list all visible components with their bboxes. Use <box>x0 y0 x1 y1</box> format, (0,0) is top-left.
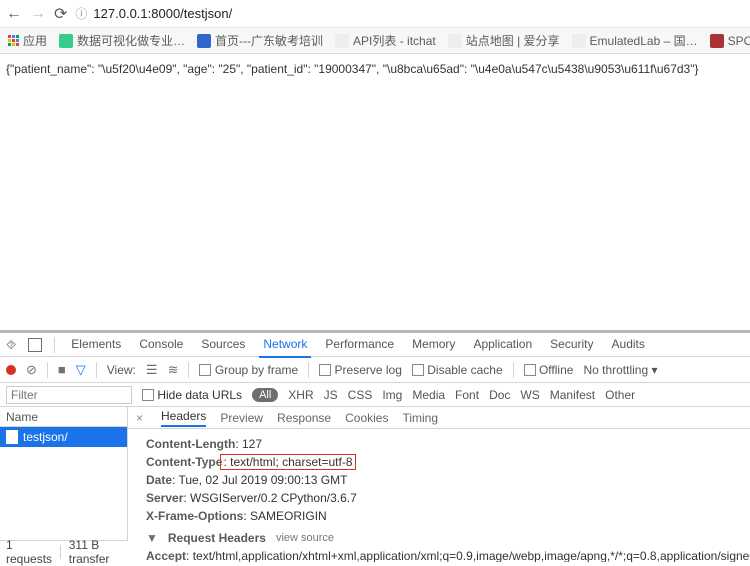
apps-label: 应用 <box>23 32 47 49</box>
type-filter-all[interactable]: All <box>252 388 278 402</box>
type-filter[interactable]: XHR <box>288 388 313 402</box>
column-header-name[interactable]: Name <box>0 407 127 427</box>
favicon-icon <box>335 34 349 48</box>
tab-elements[interactable]: Elements <box>67 332 125 358</box>
network-status-bar: 1 requests 311 B transfer <box>0 540 128 562</box>
bookmark-item[interactable]: EmulatedLab – 国… <box>572 32 698 49</box>
favicon-icon <box>448 34 462 48</box>
subtab-headers[interactable]: Headers <box>161 409 206 427</box>
url-text: 127.0.0.1:8000/testjson/ <box>93 6 232 21</box>
filter-input[interactable] <box>6 386 132 404</box>
large-rows-icon[interactable]: ☰ <box>146 362 158 378</box>
throttling-select[interactable]: No throttling ▾ <box>583 363 657 377</box>
type-filter[interactable]: Font <box>455 388 479 402</box>
header-row: Content-Type: text/html; charset=utf-8 <box>146 453 740 471</box>
bookmark-item[interactable]: 站点地图 | 爱分享 <box>448 32 560 49</box>
devtools-tabs: Elements Console Sources Network Perform… <box>67 332 649 358</box>
site-info-icon[interactable]: ⓘ <box>75 5 87 22</box>
address-bar[interactable]: ⓘ 127.0.0.1:8000/testjson/ <box>75 5 232 22</box>
subtab-cookies[interactable]: Cookies <box>345 411 388 425</box>
favicon-icon <box>59 34 73 48</box>
bookmark-item[interactable]: SPOTO - EVE-NG… <box>710 34 750 48</box>
type-filter[interactable]: Manifest <box>550 388 595 402</box>
type-filter[interactable]: Other <box>605 388 635 402</box>
tab-console[interactable]: Console <box>135 332 187 358</box>
request-row-selected[interactable]: testjson/ <box>0 427 127 447</box>
raw-json-text: {"patient_name": "\u5f20\u4e09", "age": … <box>6 62 698 76</box>
type-filters: XHR JS CSS Img Media Font Doc WS Manifes… <box>288 388 635 402</box>
type-filter[interactable]: WS <box>520 388 539 402</box>
tab-sources[interactable]: Sources <box>197 332 249 358</box>
waterfall-icon[interactable]: ≋ <box>168 362 179 378</box>
view-label: View: <box>107 363 136 377</box>
tab-network[interactable]: Network <box>259 332 311 358</box>
tab-audits[interactable]: Audits <box>608 332 649 358</box>
devtools-top-bar: ⯑ Elements Console Sources Network Perfo… <box>0 333 750 357</box>
disable-cache-checkbox[interactable]: Disable cache <box>412 363 503 377</box>
requests-count: 1 requests <box>6 538 52 566</box>
page-content: {"patient_name": "\u5f20\u4e09", "age": … <box>0 54 750 85</box>
bookmark-item[interactable]: 数据可视化做专业… <box>59 32 185 49</box>
subtab-preview[interactable]: Preview <box>220 411 263 425</box>
offline-checkbox[interactable]: Offline <box>524 363 574 377</box>
type-filter[interactable]: Media <box>412 388 445 402</box>
bookmark-item[interactable]: 首页---广东敏考培训 <box>197 32 323 49</box>
triangle-down-icon: ▼ <box>146 531 158 545</box>
subtab-response[interactable]: Response <box>277 411 331 425</box>
header-row: Accept: text/html,application/xhtml+xml,… <box>146 547 740 562</box>
header-row: Server: WSGIServer/0.2 CPython/3.6.7 <box>146 489 740 507</box>
document-icon <box>6 430 18 444</box>
tab-security[interactable]: Security <box>546 332 597 358</box>
record-icon[interactable] <box>6 365 16 375</box>
group-by-frame-checkbox[interactable]: Group by frame <box>199 363 298 377</box>
request-details: × Headers Preview Response Cookies Timin… <box>128 407 750 562</box>
close-icon[interactable]: × <box>136 411 143 425</box>
type-filter[interactable]: CSS <box>348 388 373 402</box>
devtools-panel: ⯑ Elements Console Sources Network Perfo… <box>0 330 750 562</box>
browser-nav-bar: ← → ⟳ ⓘ 127.0.0.1:8000/testjson/ <box>0 0 750 28</box>
subtab-timing[interactable]: Timing <box>402 411 438 425</box>
device-toggle-icon[interactable] <box>28 338 42 352</box>
reload-icon[interactable]: ⟳ <box>54 4 67 24</box>
bookmark-item[interactable]: API列表 - itchat <box>335 32 436 49</box>
details-subtabs: × Headers Preview Response Cookies Timin… <box>128 407 750 429</box>
favicon-icon <box>197 34 211 48</box>
filter-toggle-icon[interactable]: ▽ <box>76 362 86 378</box>
favicon-icon <box>710 34 724 48</box>
header-row: Date: Tue, 02 Jul 2019 09:00:13 GMT <box>146 471 740 489</box>
apps-shortcut[interactable]: 应用 <box>8 32 47 49</box>
view-source-link[interactable]: view source <box>276 532 334 544</box>
bookmarks-bar: 应用 数据可视化做专业… 首页---广东敏考培训 API列表 - itchat … <box>0 28 750 54</box>
preserve-log-checkbox[interactable]: Preserve log <box>319 363 402 377</box>
back-icon[interactable]: ← <box>6 5 22 23</box>
request-name: testjson/ <box>23 430 68 444</box>
network-controls-bar: ⊘ ■ ▽ View: ☰ ≋ Group by frame Preserve … <box>0 357 750 383</box>
favicon-icon <box>572 34 586 48</box>
inspect-icon[interactable]: ⯑ <box>6 337 16 353</box>
request-headers-section[interactable]: ▼ Request Headers view source <box>146 525 740 547</box>
headers-view: Content-Length: 127 Content-Type: text/h… <box>128 429 750 562</box>
forward-icon[interactable]: → <box>30 5 46 23</box>
camera-icon[interactable]: ■ <box>58 362 66 377</box>
tab-memory[interactable]: Memory <box>408 332 459 358</box>
tab-performance[interactable]: Performance <box>321 332 398 358</box>
header-row: Content-Length: 127 <box>146 435 740 453</box>
network-filter-bar: Hide data URLs All XHR JS CSS Img Media … <box>0 383 750 407</box>
type-filter[interactable]: Doc <box>489 388 510 402</box>
chevron-down-icon: ▾ <box>651 363 657 377</box>
apps-icon <box>8 35 19 46</box>
hide-data-urls-checkbox[interactable]: Hide data URLs <box>142 388 242 402</box>
clear-icon[interactable]: ⊘ <box>26 362 37 378</box>
type-filter[interactable]: Img <box>382 388 402 402</box>
header-row: X-Frame-Options: SAMEORIGIN <box>146 507 740 525</box>
tab-application[interactable]: Application <box>469 332 536 358</box>
type-filter[interactable]: JS <box>324 388 338 402</box>
transfer-size: 311 B transfer <box>69 538 122 566</box>
